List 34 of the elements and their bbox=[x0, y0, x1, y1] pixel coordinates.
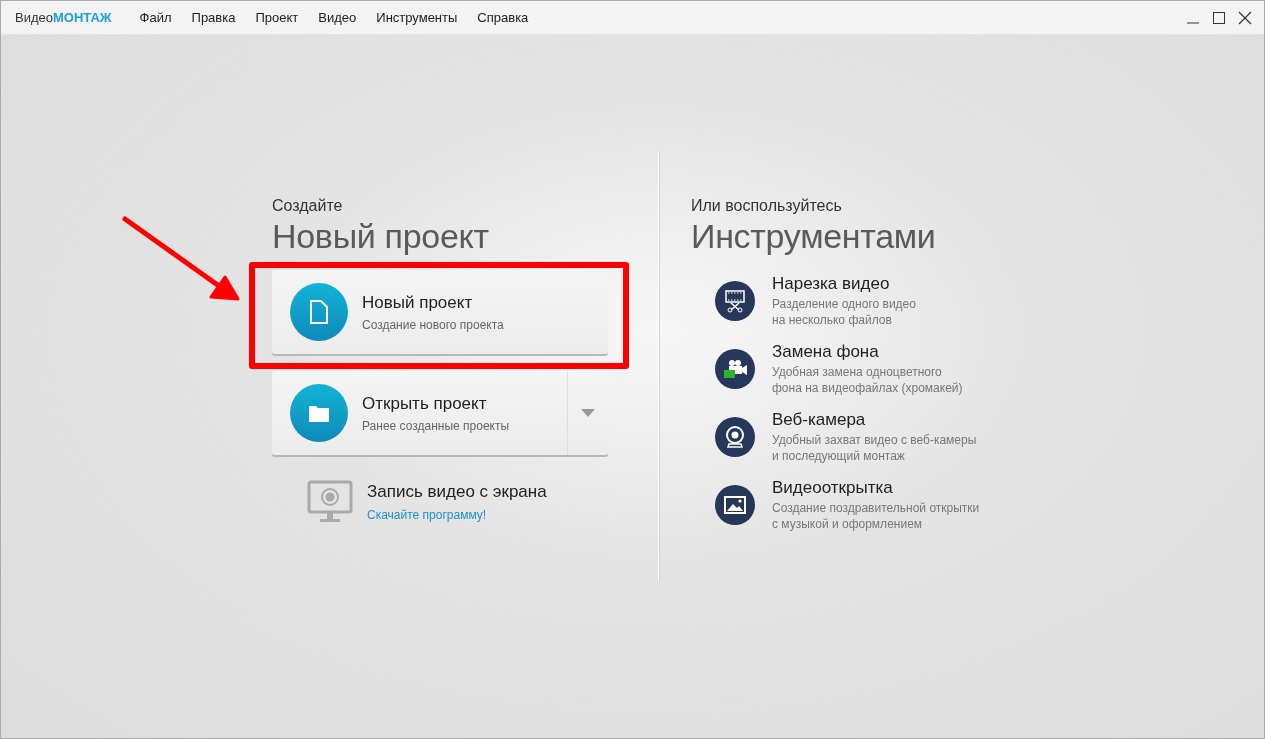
menu-item[interactable]: Инструменты bbox=[366, 10, 468, 25]
tool-description: Удобная замена одноцветного фона на видеофайлах (хромакей) bbox=[772, 364, 963, 396]
document-icon bbox=[309, 300, 329, 324]
film-scissors-icon bbox=[724, 289, 746, 313]
new-project-button[interactable]: Новый проект Создание нового проекта bbox=[272, 270, 608, 354]
tool-title[interactable]: Веб-камера bbox=[772, 410, 977, 430]
menu-item[interactable]: Справка bbox=[467, 10, 539, 25]
section-label: Или воспользуйтесь bbox=[691, 197, 843, 215]
tool-title[interactable]: Замена фона bbox=[772, 342, 963, 362]
monitor-icon bbox=[307, 480, 353, 524]
folder-icon bbox=[308, 403, 330, 423]
section-label: Создайте bbox=[272, 197, 344, 215]
tool-title[interactable]: Нарезка видео bbox=[772, 274, 916, 294]
menu-item[interactable]: Видео bbox=[308, 10, 367, 25]
screen-recording-title: Запись видео с экрана bbox=[367, 482, 547, 502]
caret-icon bbox=[581, 409, 595, 417]
open-project-button[interactable]: Открыть проект Ранее созданные проекты bbox=[272, 371, 608, 455]
tool-icon-circle[interactable] bbox=[715, 485, 755, 525]
app-logo: ВидеоМОНТАЖ bbox=[15, 10, 112, 25]
menu-item[interactable]: Файл bbox=[129, 10, 182, 25]
tool-description: Разделение одного видео на несколько файлов bbox=[772, 296, 916, 328]
tool-icon-circle[interactable] bbox=[715, 417, 755, 457]
menu-item[interactable]: Правка bbox=[181, 10, 246, 25]
menu-item[interactable]: Проект bbox=[245, 10, 309, 25]
tool-icon-circle[interactable] bbox=[715, 349, 755, 389]
webcam-icon bbox=[725, 426, 745, 448]
tool-description: Удобный захват видео с веб-камеры и последующий монтаж bbox=[772, 432, 977, 464]
tool-description: Создание поздравительной открытки с музыкой и оформлением bbox=[772, 500, 980, 532]
section-heading: Инструментами bbox=[691, 217, 937, 256]
section-heading: Новый проект bbox=[272, 217, 490, 256]
image-icon bbox=[724, 496, 746, 514]
tool-title[interactable]: Видеооткрытка bbox=[772, 478, 980, 498]
tool-icon-circle[interactable] bbox=[715, 281, 755, 321]
video-camera-icon bbox=[723, 359, 747, 379]
